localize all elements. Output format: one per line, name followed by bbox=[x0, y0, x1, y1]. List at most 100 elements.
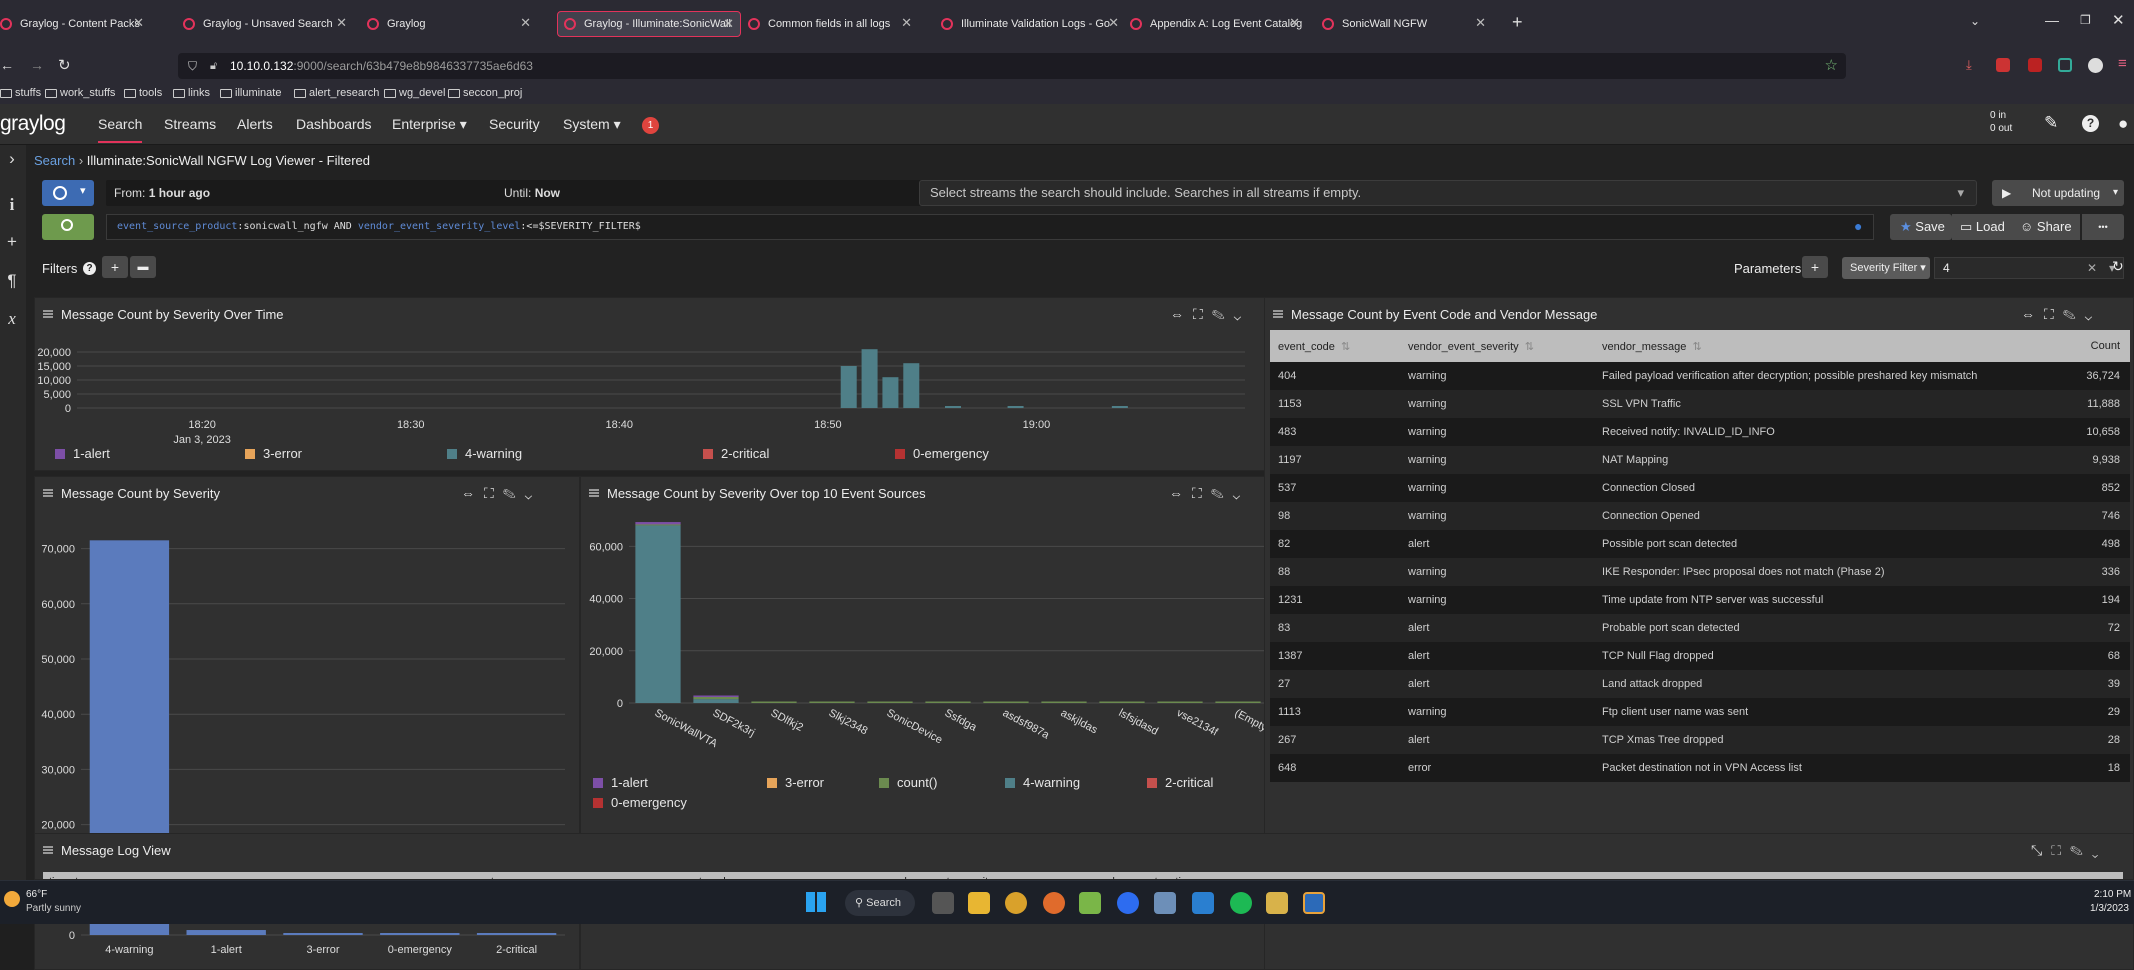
bookmark-folder[interactable]: seccon_proj bbox=[448, 87, 522, 99]
bookmark-folder[interactable]: illuminate bbox=[220, 87, 281, 99]
url-field[interactable]: ⛉ 🔓︎ 10.10.0.132:9000/search/63b479e8b98… bbox=[178, 53, 1846, 79]
file-explorer-icon[interactable] bbox=[968, 892, 990, 914]
bar-segment[interactable] bbox=[1099, 701, 1145, 704]
bookmark-folder[interactable]: work_stuffs bbox=[45, 87, 115, 99]
column-header[interactable]: Count bbox=[2058, 330, 2130, 362]
browser-tab[interactable]: Common fields in all logs ✕ bbox=[748, 11, 918, 37]
forward-icon[interactable]: → bbox=[30, 57, 44, 73]
spotify-icon[interactable] bbox=[1230, 892, 1252, 914]
legend-item[interactable]: 3-error bbox=[767, 775, 824, 790]
maximize-icon[interactable]: ⛶ bbox=[1193, 306, 1212, 322]
legend-item[interactable]: 4-warning bbox=[1005, 775, 1080, 790]
edit-icon[interactable]: ✎ bbox=[2044, 113, 2058, 133]
bar[interactable] bbox=[882, 377, 899, 408]
chrome-icon[interactable] bbox=[1005, 892, 1027, 914]
severity-filter-button[interactable]: Severity Filter ▾ bbox=[1842, 257, 1930, 279]
drag-handle-icon[interactable] bbox=[43, 846, 53, 854]
download-icon[interactable]: ⤓ bbox=[1966, 57, 1972, 73]
account-icon[interactable] bbox=[2088, 58, 2103, 73]
stream-select[interactable]: Select streams the search should include… bbox=[919, 180, 1977, 206]
bar-segment[interactable] bbox=[635, 522, 681, 525]
expand-icon[interactable]: ⇔ bbox=[2021, 306, 2044, 322]
extension-icon-1[interactable] bbox=[1996, 58, 2010, 72]
maximize-icon[interactable]: ⛶ bbox=[2044, 306, 2063, 322]
task-view-icon[interactable] bbox=[932, 892, 954, 914]
bar-segment[interactable] bbox=[693, 696, 739, 700]
chevron-down-icon[interactable]: ⌄ bbox=[525, 485, 542, 501]
chevron-down-icon[interactable]: ⌄ bbox=[2092, 842, 2108, 858]
filters-help-icon[interactable]: ? bbox=[83, 262, 96, 275]
close-tab-icon[interactable]: ✕ bbox=[1108, 15, 1119, 31]
maximize-icon[interactable]: ⛶ bbox=[2051, 842, 2070, 858]
extension-icon-2[interactable] bbox=[2028, 58, 2042, 72]
graylog-logo[interactable]: graylog bbox=[0, 112, 66, 136]
table-row[interactable]: 83 alert Probable port scan detected 72 bbox=[1270, 614, 2130, 642]
filter-folder-button[interactable]: ▬ bbox=[130, 256, 156, 278]
add-filter-button[interactable]: + bbox=[102, 256, 128, 278]
menu-icon[interactable]: ≡ bbox=[2118, 55, 2127, 72]
close-tab-icon[interactable]: ✕ bbox=[901, 15, 912, 31]
severity-filter-input[interactable]: 4 ✕ ▾ bbox=[1934, 257, 2124, 279]
help-icon[interactable]: ? bbox=[2082, 115, 2099, 132]
back-icon[interactable]: ← bbox=[0, 57, 14, 73]
bar-segment[interactable] bbox=[751, 701, 797, 704]
table-row[interactable]: 1153 warning SSL VPN Traffic 11,888 bbox=[1270, 390, 2130, 418]
breadcrumb-root[interactable]: Search bbox=[34, 153, 75, 168]
browser-tab[interactable]: Graylog - Illuminate:SonicWall ✕ bbox=[557, 11, 741, 37]
table-row[interactable]: 82 alert Possible port scan detected 498 bbox=[1270, 530, 2130, 558]
nav-item[interactable]: Search bbox=[98, 116, 143, 143]
nav-item[interactable]: Enterprise ▾ bbox=[392, 116, 467, 133]
legend-item[interactable]: 0-emergency bbox=[593, 795, 687, 810]
chevron-down-icon[interactable]: ⌄ bbox=[1234, 306, 1251, 322]
collapse-icon[interactable]: ⤡ bbox=[2031, 842, 2051, 858]
query-input[interactable]: event_source_product:sonicwall_ngfw AND … bbox=[106, 214, 1874, 240]
firefox-icon[interactable] bbox=[1043, 892, 1065, 914]
table-row[interactable]: 267 alert TCP Xmas Tree dropped 28 bbox=[1270, 726, 2130, 754]
maximize-icon[interactable]: ⛶ bbox=[484, 485, 503, 501]
legend-item[interactable]: 1-alert bbox=[593, 775, 648, 790]
expand-icon[interactable]: ⇔ bbox=[461, 485, 484, 501]
timerange-type-button[interactable]: ▾ bbox=[42, 180, 94, 206]
legend-item[interactable]: 2-critical bbox=[1147, 775, 1213, 790]
new-tab-button[interactable]: + bbox=[1512, 12, 1523, 33]
user-icon[interactable]: ● bbox=[2118, 114, 2134, 133]
browser-tab[interactable]: Illuminate Validation Logs - Go ✕ bbox=[941, 11, 1125, 37]
table-row[interactable]: 1113 warning Ftp client user name was sent… bbox=[1270, 698, 2130, 726]
expand-sidebar-icon[interactable]: › bbox=[2, 149, 22, 169]
drag-handle-icon[interactable] bbox=[43, 310, 53, 318]
refresh-control[interactable]: ▶ Not updating ▾ bbox=[1992, 180, 2124, 206]
column-header[interactable]: vendor_event_severity ⇅ bbox=[1400, 330, 1594, 362]
browser-tab[interactable]: Graylog - Content Packs ✕ bbox=[0, 11, 150, 37]
legend-item[interactable]: count() bbox=[879, 775, 937, 790]
more-actions-button[interactable]: ••• bbox=[2082, 214, 2124, 240]
notification-badge[interactable]: 1 bbox=[642, 117, 659, 134]
vscode-icon[interactable] bbox=[1192, 892, 1214, 914]
bar-segment[interactable] bbox=[693, 695, 739, 697]
bookmark-folder[interactable]: tools bbox=[124, 87, 162, 99]
expand-icon[interactable]: ⇔ bbox=[1169, 485, 1192, 501]
edit-icon[interactable]: ✎ bbox=[1212, 306, 1234, 322]
close-window-icon[interactable]: ✕ bbox=[2112, 11, 2125, 29]
column-header[interactable]: event_code ⇅ bbox=[1270, 330, 1400, 362]
bookmark-folder[interactable]: stuffs bbox=[0, 87, 41, 99]
bar[interactable] bbox=[1007, 406, 1024, 408]
table-row[interactable]: 404 warning Failed payload verification af… bbox=[1270, 362, 2130, 390]
tab-list-icon[interactable]: ⌄ bbox=[1970, 14, 1980, 28]
nav-item[interactable]: Streams bbox=[164, 116, 216, 132]
table-row[interactable]: 1387 alert TCP Null Flag dropped 68 bbox=[1270, 642, 2130, 670]
bar-segment[interactable] bbox=[809, 701, 855, 704]
formatting-icon[interactable]: ¶ bbox=[2, 271, 22, 291]
bar-segment[interactable] bbox=[867, 701, 913, 704]
edit-icon[interactable]: ✎ bbox=[503, 485, 525, 501]
nav-item[interactable]: Alerts bbox=[237, 116, 273, 132]
info-icon[interactable]: i bbox=[2, 195, 22, 215]
drag-handle-icon[interactable] bbox=[589, 489, 599, 497]
close-tab-icon[interactable]: ✕ bbox=[336, 15, 347, 31]
zoom-icon[interactable] bbox=[1117, 892, 1139, 914]
close-tab-icon[interactable]: ✕ bbox=[723, 16, 734, 32]
legend-item[interactable]: 4-warning bbox=[447, 446, 522, 461]
fields-icon[interactable]: x bbox=[2, 309, 22, 329]
bar-segment[interactable] bbox=[635, 525, 681, 703]
minimize-icon[interactable]: — bbox=[2045, 12, 2059, 28]
snip-icon[interactable] bbox=[1303, 892, 1325, 914]
